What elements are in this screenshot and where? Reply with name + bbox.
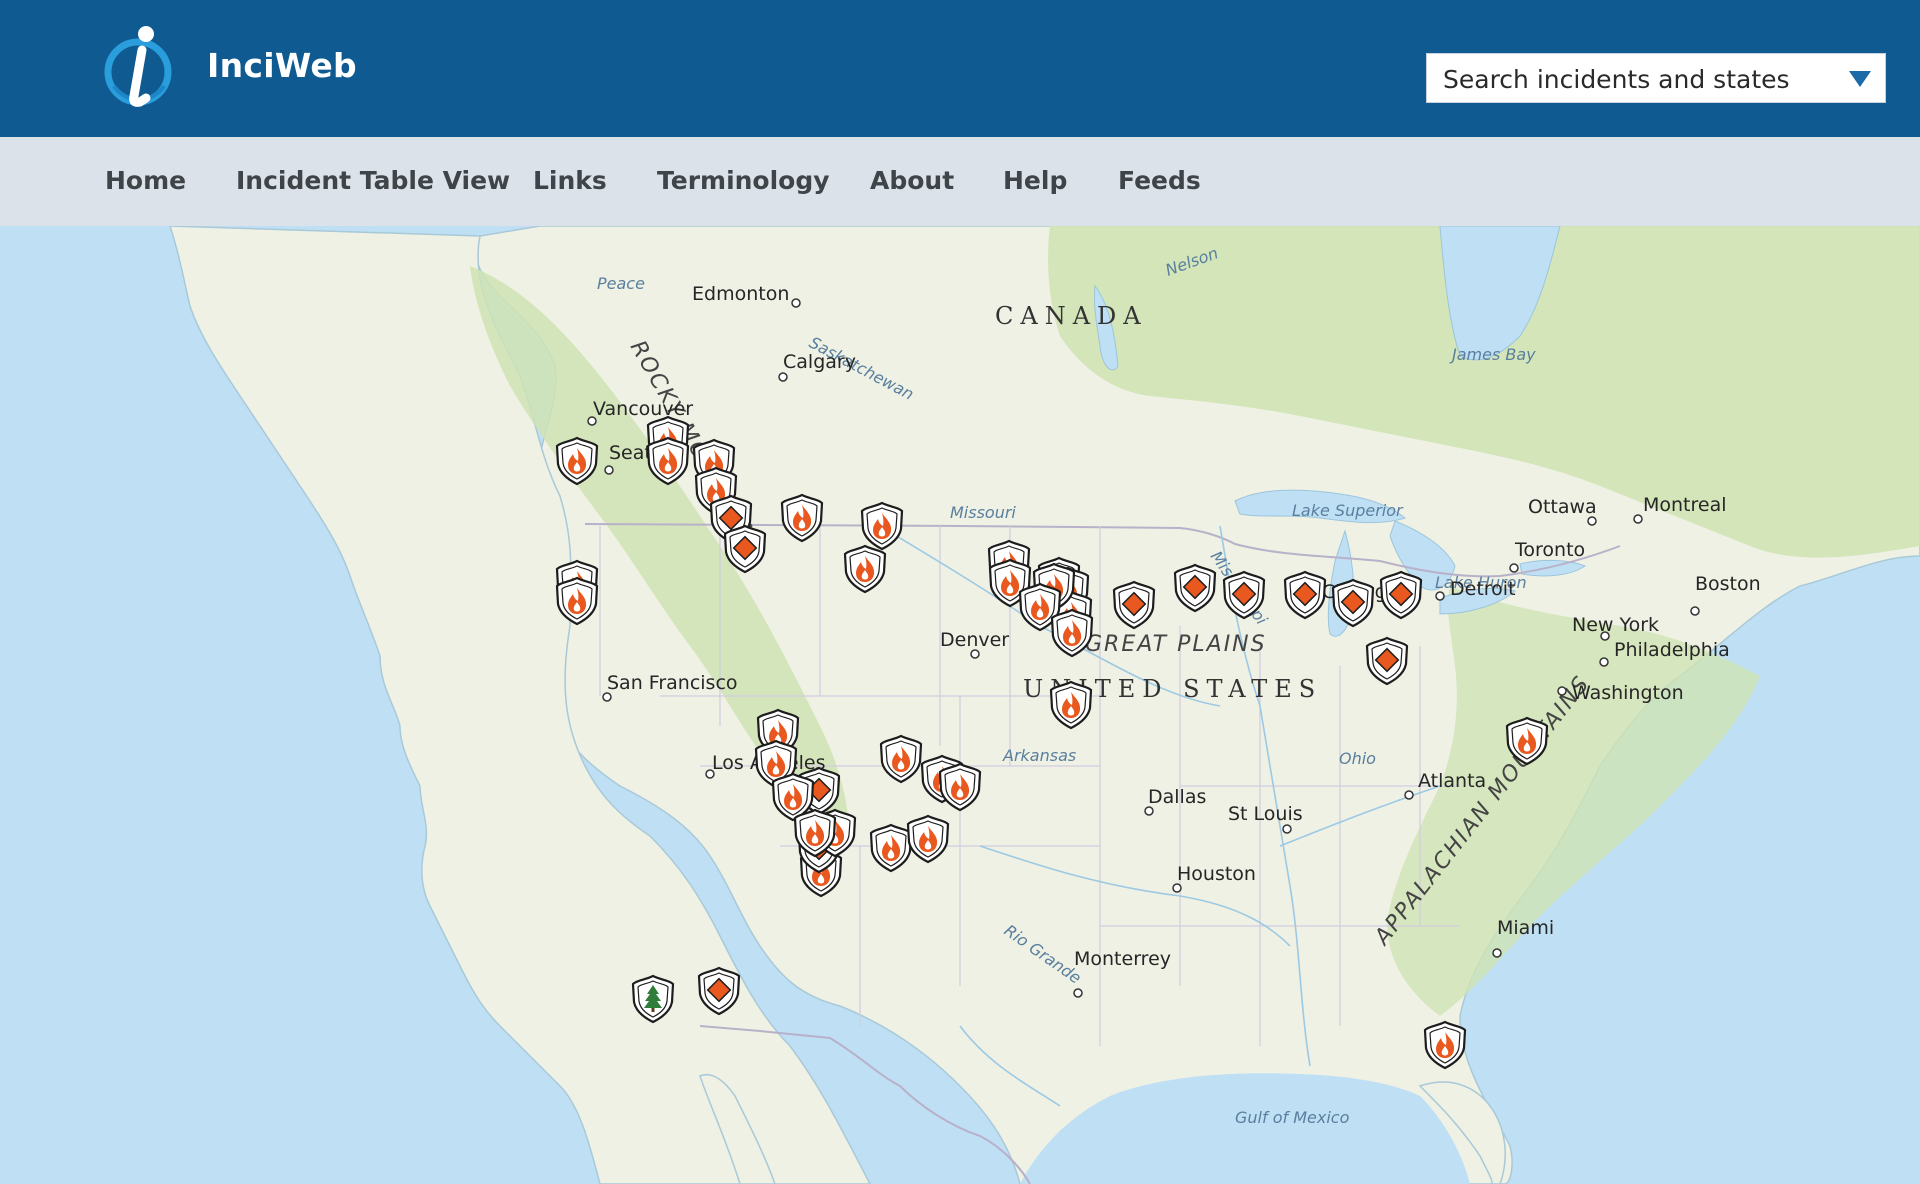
dropdown-arrow-icon[interactable] [1849,71,1871,87]
main-nav: Home Incident Table View Links Terminolo… [0,137,1920,227]
inciweb-logo-icon[interactable] [104,24,174,108]
map-label-ohio: Ohio [1339,749,1376,768]
site-header: InciWeb Search incidents and states [0,0,1920,137]
map-label-james-bay: James Bay [1449,345,1536,364]
search-select[interactable]: Search incidents and states [1426,53,1886,103]
svg-text:Montreal: Montreal [1643,494,1727,516]
svg-text:Washington: Washington [1572,682,1684,704]
incident-map[interactable]: CANADA UNITED STATES GREAT PLAINS ROCKY … [0,226,1920,1184]
map-label-arkansas: Arkansas [1002,746,1076,765]
svg-text:New York: New York [1572,614,1659,636]
city-edmonton: Edmonton [692,283,801,308]
svg-text:Toronto: Toronto [1514,539,1585,561]
svg-text:Philadelphia: Philadelphia [1614,639,1730,661]
svg-text:Denver: Denver [940,629,1009,651]
nav-about[interactable]: About [870,166,954,195]
svg-text:Detroit: Detroit [1450,578,1516,600]
map-label-lake-superior: Lake Superior [1292,501,1404,520]
search-placeholder[interactable]: Search incidents and states [1443,65,1790,94]
svg-text:Miami: Miami [1497,917,1554,939]
svg-text:Monterrey: Monterrey [1074,948,1171,970]
nav-help[interactable]: Help [1003,166,1067,195]
city-washington: Washington [1557,682,1684,704]
svg-text:Calgary: Calgary [783,351,856,373]
nav-feeds[interactable]: Feeds [1118,166,1201,195]
nav-incident-table-view[interactable]: Incident Table View [236,166,510,195]
map-label-canada: CANADA [995,302,1148,330]
svg-text:San Francisco: San Francisco [607,672,738,694]
svg-text:Vancouver: Vancouver [593,398,693,420]
svg-text:Houston: Houston [1177,863,1256,885]
svg-text:Dallas: Dallas [1148,786,1206,808]
svg-text:Boston: Boston [1695,573,1761,595]
map-label-missouri: Missouri [950,503,1016,522]
map-label-gulf-of-mexico: Gulf of Mexico [1235,1108,1350,1127]
nav-links[interactable]: Links [533,166,607,195]
map-label-great-plains: GREAT PLAINS [1085,632,1267,657]
site-title[interactable]: InciWeb [207,46,357,85]
nav-home[interactable]: Home [105,166,186,195]
map-canvas[interactable]: CANADA UNITED STATES GREAT PLAINS ROCKY … [0,226,1920,1184]
svg-text:Ottawa: Ottawa [1528,496,1597,518]
map-label-peace: Peace [597,274,645,293]
nav-terminology[interactable]: Terminology [657,166,830,195]
svg-text:Edmonton: Edmonton [692,283,789,305]
svg-text:St Louis: St Louis [1228,803,1303,825]
svg-text:Atlanta: Atlanta [1418,770,1486,792]
